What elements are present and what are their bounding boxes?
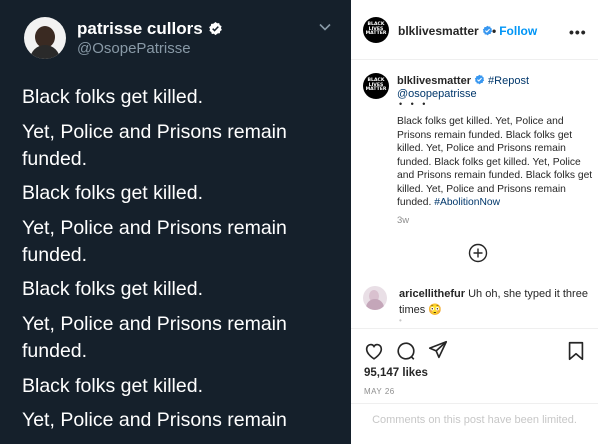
tweet-avatar [24,17,66,59]
comment-icon[interactable] [395,340,417,362]
tweet-line: Black folks get killed. [22,182,203,205]
tweet-line: Yet, Police and Prisons remain funded. [22,120,287,170]
more-options-icon[interactable]: ••• [569,24,587,40]
caption-timestamp: 3w [397,215,410,226]
action-bar-divider [351,328,598,330]
tweet-line: Black folks get killed. [22,86,203,108]
commenter-avatar[interactable] [363,286,387,310]
verified-badge-icon [474,74,485,85]
tweet-author-name: patrisse cullors [77,19,223,39]
bookmark-icon[interactable] [565,340,587,362]
post-date: MAY 26 [364,387,395,396]
comments-limited-notice: Comments on this post have been limited. [372,414,577,426]
tweet-line: Yet, Police and Prisons remain funded. [22,216,287,266]
heart-icon[interactable] [363,340,385,362]
caption-text: Black folks get killed. Yet, Police and … [397,116,593,208]
comment: aricellithefur Uh oh, she typed it three… [399,287,589,318]
likes-count[interactable]: 95,147 likes [364,367,428,379]
follow-button[interactable]: • Follow [492,24,537,38]
caption-avatar[interactable]: BLACK LIVES MATTER [363,73,389,99]
tweet-line: Yet, Police and Prisons remain [22,409,287,432]
caption-dots: • • • [399,99,429,109]
caption-header: blklivesmatter #Repost [397,74,529,87]
profile-avatar[interactable]: BLACK LIVES MATTER [363,17,389,43]
tweet-line: Black folks get killed. [22,374,203,397]
instagram-sidebar: BLACK LIVES MATTER blklivesmatter • Follo… [351,0,598,442]
comment-more[interactable]: • [399,316,402,325]
header-username[interactable]: blklivesmatter [398,24,493,38]
share-icon[interactable] [427,339,449,361]
logo-text: BLACK LIVES MATTER [365,78,387,93]
tweet-line: Black folks get killed. [22,278,203,301]
caption-username[interactable]: blklivesmatter [397,75,471,87]
verified-badge-icon [208,21,222,36]
tweet-line: Yet, Police and Prisons remain funded. [22,312,287,362]
tweet-text: Black folks get killed. Yet, Police and … [22,84,342,442]
load-more-comments-icon[interactable] [468,243,488,263]
commenter-username[interactable]: aricellithefur [399,288,465,300]
abolition-hashtag[interactable]: #AbolitionNow [434,197,500,208]
separator-dot: • [492,24,497,38]
tweet-screenshot: patrisse cullors @OsopePatrisse Black fo… [0,0,351,444]
logo-text: BLACK LIVES MATTER [365,22,387,37]
chevron-down-icon [319,23,331,31]
tweet-author-handle: @OsopePatrisse [77,40,191,57]
post-header: BLACK LIVES MATTER blklivesmatter • Follo… [351,0,598,60]
repost-hashtag[interactable]: #Repost [488,75,529,87]
